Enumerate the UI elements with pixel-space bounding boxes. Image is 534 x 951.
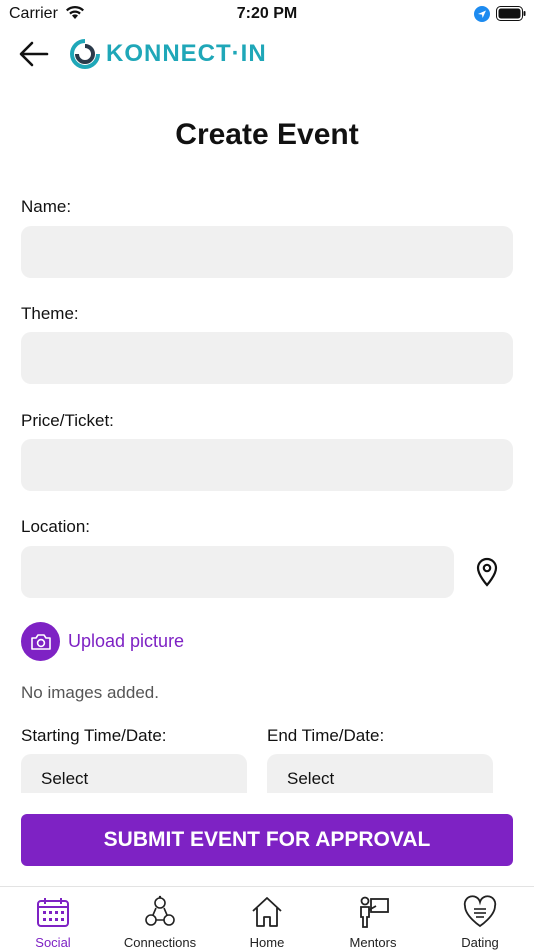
start-time-select[interactable]: Select: [21, 754, 247, 794]
battery-icon: [496, 6, 526, 26]
price-field[interactable]: [21, 439, 513, 491]
app-header: KONNECT·IN: [0, 34, 534, 74]
logo-mark-icon: [70, 39, 100, 69]
price-label: Price/Ticket:: [21, 411, 114, 430]
arrow-left-icon: [19, 41, 49, 67]
location-label: Location:: [21, 517, 90, 536]
tab-connections[interactable]: Connections: [107, 887, 213, 951]
tab-dating[interactable]: Dating: [427, 887, 533, 951]
calendar-icon: [37, 898, 69, 927]
start-time-label: Starting Time/Date:: [21, 726, 167, 745]
name-field[interactable]: [21, 226, 513, 278]
bottom-tab-bar: Social Connections Home Mentors Dating: [0, 886, 534, 951]
status-bar: Carrier 7:20 PM: [0, 0, 534, 28]
camera-icon: [21, 622, 60, 661]
tab-home-label: Home: [249, 935, 285, 950]
end-time-label: End Time/Date:: [267, 726, 385, 745]
back-button[interactable]: [18, 38, 50, 70]
submit-event-button[interactable]: SUBMIT EVENT FOR APPROVAL: [21, 814, 513, 866]
tab-social[interactable]: Social: [0, 887, 106, 951]
home-icon: [252, 897, 282, 927]
end-time-select[interactable]: Select: [267, 754, 493, 794]
logo-text: KONNECT·IN: [106, 40, 267, 67]
location-services-icon: [474, 6, 490, 27]
theme-label: Theme:: [21, 304, 79, 323]
mentor-icon: [360, 896, 389, 928]
upload-picture-button[interactable]: Upload picture: [21, 622, 184, 661]
tab-home[interactable]: Home: [214, 887, 320, 951]
clock: 7:20 PM: [236, 5, 298, 22]
name-label: Name:: [21, 197, 72, 216]
connections-icon: [145, 895, 175, 926]
location-field[interactable]: [21, 546, 454, 598]
theme-field[interactable]: [21, 332, 513, 384]
scroll-clip: [0, 793, 534, 813]
tab-dating-label: Dating: [461, 935, 499, 950]
map-pin-icon: [476, 557, 498, 587]
tab-mentors-label: Mentors: [349, 935, 397, 950]
no-images-text: No images added.: [21, 683, 159, 702]
app-logo: KONNECT·IN: [68, 36, 267, 72]
heart-icon: [463, 895, 497, 928]
tab-mentors[interactable]: Mentors: [320, 887, 426, 951]
page-title: Create Event: [175, 118, 359, 151]
upload-picture-label: Upload picture: [68, 631, 185, 651]
map-pin-button[interactable]: [474, 557, 500, 587]
tab-social-label: Social: [35, 935, 71, 950]
tab-connections-label: Connections: [123, 935, 197, 950]
